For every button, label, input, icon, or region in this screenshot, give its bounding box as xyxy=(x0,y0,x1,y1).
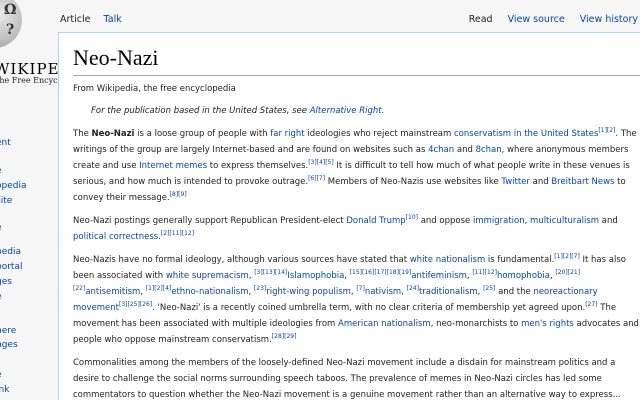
text: to express themselves. xyxy=(207,161,309,171)
citation[interactable]: [24] xyxy=(407,285,419,292)
paragraph-positions: Neo-Nazi postings generally support Repu… xyxy=(73,213,640,245)
link[interactable]: men's rights xyxy=(521,319,574,329)
link[interactable]: Donald Trump xyxy=(346,216,405,226)
link[interactable]: political correctness xyxy=(73,232,158,242)
sidebar-link[interactable]: e xyxy=(0,166,2,176)
citation[interactable]: [2][11][12] xyxy=(161,230,194,237)
tab-article[interactable]: Article xyxy=(58,10,92,29)
citation[interactable]: [3][25][26] xyxy=(119,301,152,308)
hatnote-link[interactable]: Alternative Right xyxy=(310,106,382,116)
hatnote-text: For the publication based in the United … xyxy=(91,106,310,116)
link[interactable]: Islamophobia xyxy=(287,271,344,281)
paragraph-intro: The Neo-Nazi is a loose group of people … xyxy=(73,126,640,206)
sidebar-link[interactable]: opedia xyxy=(0,181,27,191)
citation[interactable]: [3][13][14] xyxy=(254,269,287,276)
link[interactable]: conservatism in the United States xyxy=(454,129,598,139)
text: is a loose group of people with xyxy=(134,129,271,139)
sidebar-link[interactable]: e xyxy=(0,223,2,233)
link[interactable]: Internet memes xyxy=(139,161,207,171)
citation[interactable]: [28][29] xyxy=(272,333,297,340)
link[interactable]: American nationalism xyxy=(338,319,431,329)
text: . 'Neo-Nazi' is a recently coined umbrel… xyxy=(152,303,586,313)
text: Neo-Nazis have no formal ideology, altho… xyxy=(73,255,410,265)
sidebar-link[interactable]: ges xyxy=(0,277,12,287)
link[interactable]: far right xyxy=(270,129,304,139)
sidebar-link[interactable]: nges xyxy=(0,340,18,350)
article-content: Neo-Nazi From Wikipedia, the free encycl… xyxy=(58,32,640,400)
paragraph-ideology: Neo-Nazis have no formal ideology, altho… xyxy=(73,252,640,348)
link[interactable]: ethno-nationalism xyxy=(171,287,248,297)
citation[interactable]: [1][2][7] xyxy=(554,253,580,260)
citation[interactable]: [1][2] xyxy=(598,127,615,134)
page-title: Neo-Nazi xyxy=(73,45,640,76)
tab-view-source[interactable]: View source xyxy=(506,10,567,29)
citation[interactable]: [23] xyxy=(254,285,266,292)
citation[interactable]: [11][12] xyxy=(472,269,497,276)
namespace-tabs: Article Talk xyxy=(58,10,130,34)
citation[interactable]: [15][16][17][18][19] xyxy=(350,269,412,276)
link[interactable]: nativism xyxy=(365,287,401,297)
link[interactable]: antisemitism xyxy=(85,287,140,297)
citation[interactable]: [1][2][4] xyxy=(146,285,172,292)
citation[interactable]: [3][4][5] xyxy=(308,159,334,166)
text: and xyxy=(529,177,552,187)
hatnote: For the publication based in the United … xyxy=(73,106,640,116)
citation[interactable]: [7] xyxy=(356,285,365,292)
site-subtitle: From Wikipedia, the free encyclopedia xyxy=(73,84,236,94)
wikipedia-globe-logo[interactable]: Ω ? xyxy=(0,0,22,48)
view-tabs: Read View source View history xyxy=(459,10,640,34)
bold-term: Neo-Nazi xyxy=(91,129,135,139)
sidebar-link[interactable]: ent xyxy=(0,138,11,148)
sidebar-link[interactable]: e xyxy=(0,370,2,380)
link[interactable]: 8chan xyxy=(476,145,502,155)
citation[interactable]: [27] xyxy=(585,301,597,308)
text: , neo-monarchists to xyxy=(430,319,522,329)
sidebar-link[interactable]: here xyxy=(0,326,16,336)
sidebar-link[interactable]: ink xyxy=(0,385,9,395)
globe-puzzle-icon: Ω xyxy=(4,2,17,18)
text: and xyxy=(454,145,476,155)
link[interactable]: homophobia xyxy=(497,271,550,281)
text: Neo-Nazi postings generally support Repu… xyxy=(73,216,347,226)
link[interactable]: antifeminism xyxy=(411,271,467,281)
tab-talk[interactable]: Talk xyxy=(102,10,124,29)
sidebar: Ω ? WIKIPEDIA The Free Encyclopedia ent … xyxy=(0,0,58,400)
sidebar-link[interactable]: pedia xyxy=(0,247,21,257)
text: and xyxy=(599,216,618,226)
text: ideologies who reject mainstream xyxy=(304,129,454,139)
globe-puzzle-icon: ? xyxy=(6,22,15,38)
link[interactable]: white supremacism xyxy=(166,271,249,281)
link[interactable]: multiculturalism xyxy=(530,216,599,226)
citation[interactable]: [8][9] xyxy=(170,191,187,198)
link[interactable]: 4chan xyxy=(428,145,454,155)
link[interactable]: Breitbart News xyxy=(551,177,614,187)
text: is fundamental. xyxy=(485,255,555,265)
hatnote-text: . xyxy=(381,106,385,116)
text: Commonalities among the members of the l… xyxy=(73,358,621,400)
citation[interactable]: [25] xyxy=(483,285,495,292)
text: and oppose xyxy=(418,216,473,226)
text: and the xyxy=(495,287,534,297)
paragraph-commonalities: Commonalities among the members of the l… xyxy=(73,355,640,400)
citation[interactable]: [6][7] xyxy=(308,175,325,182)
link[interactable]: immigration xyxy=(473,216,525,226)
text: The xyxy=(73,129,92,139)
link[interactable]: right-wing populism xyxy=(266,287,351,297)
wikipedia-tagline: The Free Encyclopedia xyxy=(0,76,58,85)
sidebar-link[interactable]: e xyxy=(0,292,2,302)
sidebar-link[interactable]: portal xyxy=(0,262,22,272)
tab-view-history[interactable]: View history xyxy=(578,10,640,29)
tab-read[interactable]: Read xyxy=(467,10,495,29)
citation[interactable]: [10] xyxy=(406,214,418,221)
text: Members of Neo-Nazis use websites like xyxy=(325,177,502,187)
link[interactable]: Twitter xyxy=(501,177,530,187)
sidebar-link[interactable]: site xyxy=(0,196,12,206)
link[interactable]: traditionalism xyxy=(419,287,478,297)
link[interactable]: white nationalism xyxy=(410,255,485,265)
